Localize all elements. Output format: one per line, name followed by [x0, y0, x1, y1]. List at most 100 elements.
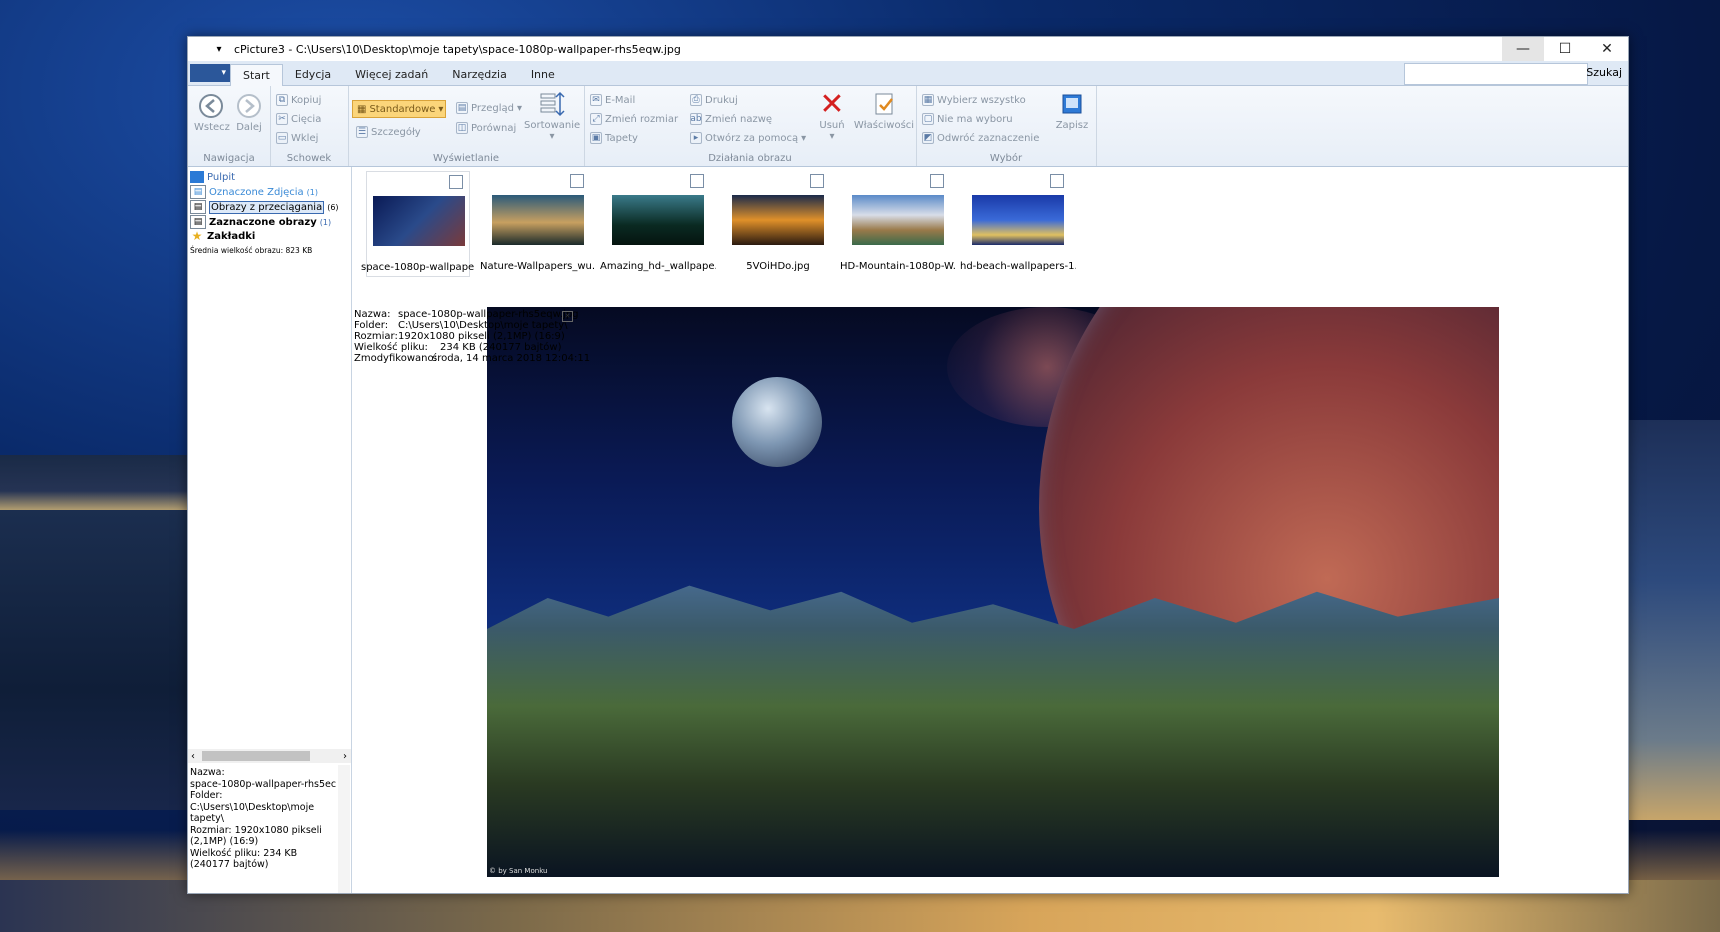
file-info-panel: Nazwa: space-1080p-wallpaper-rhs5ec Fold… — [190, 767, 337, 870]
thumbnail-image — [972, 195, 1064, 245]
details-button[interactable]: ☰ Szczegóły — [356, 126, 421, 138]
sidebar-scrollbar[interactable]: ‹ › — [188, 749, 351, 763]
scroll-thumb[interactable] — [202, 751, 310, 761]
thumbnail-checkbox[interactable] — [810, 174, 824, 188]
tab-start[interactable]: Start — [230, 64, 283, 86]
thumbnail-checkbox[interactable] — [570, 174, 584, 188]
app-button[interactable]: ▾ — [190, 64, 230, 82]
sidebar-item-tagged[interactable]: ▤ Oznaczone Zdjęcia (1) — [190, 185, 318, 199]
search-input[interactable] — [1404, 63, 1588, 85]
tab-narzedzia[interactable]: Narzędzia — [440, 64, 519, 85]
tab-edycja[interactable]: Edycja — [283, 64, 343, 85]
info-scrollbar[interactable] — [338, 765, 350, 893]
thumbnail-strip: space-1080p-wallpape... Nature-Wallpaper… — [352, 167, 1628, 307]
moon-shape — [732, 377, 822, 467]
preview-image[interactable]: © by San Monku — [487, 307, 1499, 877]
title-bar[interactable]: ▾ cPicture3 - C:\Users\10\Desktop\moje t… — [188, 37, 1628, 61]
sidebar-item-bookmarks[interactable]: ★ Zakładki — [190, 229, 256, 243]
group-navigation: Wstecz Dalej Nawigacja — [188, 86, 271, 166]
open-with-icon: ▸ — [690, 132, 702, 144]
thumbnail-image — [492, 195, 584, 245]
chevron-down-icon: ▾ — [801, 132, 807, 144]
forward-button[interactable]: Dalej — [232, 92, 266, 133]
avg-image-size: Średnia wielkość obrazu: 823 KB — [190, 246, 313, 255]
desktop-right-shore — [1625, 420, 1720, 820]
window-controls: — ☐ ✕ — [1502, 37, 1628, 61]
view-standard-dropdown[interactable]: ▦ Standardowe ▾ — [352, 100, 446, 118]
delete-button[interactable]: ✕ Usuń ▾ — [812, 86, 852, 143]
save-icon — [1058, 90, 1086, 118]
thumbnail-item[interactable]: Amazing_hd-_wallpape... — [600, 171, 716, 277]
rename-icon: ab — [690, 113, 702, 125]
resize-button[interactable]: ⤢ Zmień rozmiar — [590, 113, 678, 125]
desktop-city-lights — [0, 455, 200, 515]
cut-button[interactable]: ✂ Cięcia — [276, 113, 321, 125]
desktop-icon — [190, 171, 204, 183]
print-button[interactable]: ⎙ Drukuj — [690, 94, 738, 106]
compare-icon: ◫ — [456, 122, 468, 134]
sidebar-item-drag-images[interactable]: ▤ Obrazy z przeciągania (6) — [190, 200, 339, 214]
thumbnail-image — [373, 196, 465, 246]
thumbnail-item[interactable]: 5VOiHDo.jpg — [726, 171, 830, 277]
thumbnail-item[interactable]: HD-Mountain-1080p-W... — [840, 171, 956, 277]
desktop-water — [0, 510, 200, 810]
app-menu-icon[interactable]: ▾ — [212, 44, 226, 55]
overlay-close-icon[interactable]: ✕ — [562, 311, 573, 322]
copy-icon: ⧉ — [276, 94, 288, 106]
printer-icon: ⎙ — [690, 94, 702, 106]
select-all-button[interactable]: ▦ Wybierz wszystko — [922, 94, 1026, 106]
tag-icon: ▤ — [190, 185, 206, 199]
sidebar: Pulpit ▤ Oznaczone Zdjęcia (1) ▤ Obrazy … — [188, 167, 352, 893]
thumbnail-checkbox[interactable] — [449, 175, 463, 189]
mountains-shape — [487, 585, 1499, 877]
thumbnail-item[interactable]: Nature-Wallpapers_wu... — [480, 171, 596, 277]
open-with-button[interactable]: ▸ Otwórz za pomocą ▾ — [690, 132, 806, 144]
thumbnail-checkbox[interactable] — [930, 174, 944, 188]
back-button[interactable]: Wstecz — [194, 92, 230, 133]
wallpaper-icon: ▣ — [590, 132, 602, 144]
thumbnail-checkbox[interactable] — [1050, 174, 1064, 188]
search-label[interactable]: Szukaj — [1586, 66, 1622, 79]
thumbnail-image — [612, 195, 704, 245]
ribbon-tabs: ▾ Start Edycja Więcej zadań Narzędzia In… — [188, 61, 1628, 86]
delete-x-icon: ✕ — [819, 86, 845, 122]
sort-button[interactable]: Sortowanie ▾ — [524, 90, 580, 142]
wallpaper-button[interactable]: ▣ Tapety — [590, 132, 638, 144]
invert-selection-icon: ◩ — [922, 132, 934, 144]
select-none-icon: ▢ — [922, 113, 934, 125]
save-button[interactable]: Zapisz — [1050, 90, 1094, 131]
app-window: ▾ cPicture3 - C:\Users\10\Desktop\moje t… — [187, 36, 1629, 894]
chevron-down-icon: ▾ — [516, 102, 522, 114]
properties-button[interactable]: Właściwości — [852, 90, 916, 131]
compare-button[interactable]: ◫ Porównaj — [456, 122, 516, 134]
scroll-right-icon[interactable]: › — [343, 751, 347, 762]
invert-selection-button[interactable]: ◩ Odwróć zaznaczenie — [922, 132, 1039, 144]
select-none-button[interactable]: ▢ Nie ma wyboru — [922, 113, 1013, 125]
browse-button[interactable]: ▤ Przegląd ▾ — [456, 102, 522, 114]
maximize-button[interactable]: ☐ — [1544, 37, 1586, 61]
minimize-button[interactable]: — — [1502, 37, 1544, 61]
sidebar-item-selected[interactable]: ▤ Zaznaczone obrazy (1) — [190, 215, 331, 229]
email-button[interactable]: ✉ E-Mail — [590, 94, 635, 106]
select-all-icon: ▦ — [922, 94, 934, 106]
forward-arrow-icon — [235, 92, 263, 120]
paste-icon: ▭ — [276, 132, 288, 144]
copy-button[interactable]: ⧉ Kopiuj — [276, 94, 321, 106]
image-preview-area[interactable]: © by San Monku Nazwa: space-1080p-wallpap… — [352, 307, 1628, 893]
tab-wiecej-zadan[interactable]: Więcej zadań — [343, 64, 440, 85]
close-button[interactable]: ✕ — [1586, 37, 1628, 61]
thumbnail-checkbox[interactable] — [690, 174, 704, 188]
image-credit: © by San Monku — [489, 867, 548, 875]
rename-button[interactable]: ab Zmień nazwę — [690, 113, 772, 125]
image-info-overlay: Nazwa: space-1080p-wallpaper-rhs5eqw.jpg … — [354, 309, 591, 364]
thumbnail-image — [732, 195, 824, 245]
images-icon: ▤ — [190, 200, 206, 214]
scroll-left-icon[interactable]: ‹ — [191, 751, 195, 762]
tab-inne[interactable]: Inne — [519, 64, 567, 85]
paste-button[interactable]: ▭ Wklej — [276, 132, 318, 144]
thumbnail-item[interactable]: hd-beach-wallpapers-1... — [960, 171, 1076, 277]
sidebar-item-desktop[interactable]: Pulpit — [190, 171, 235, 183]
thumbnail-item[interactable]: space-1080p-wallpape... — [361, 171, 475, 277]
back-arrow-icon — [197, 92, 225, 120]
thumbnail-image — [852, 195, 944, 245]
